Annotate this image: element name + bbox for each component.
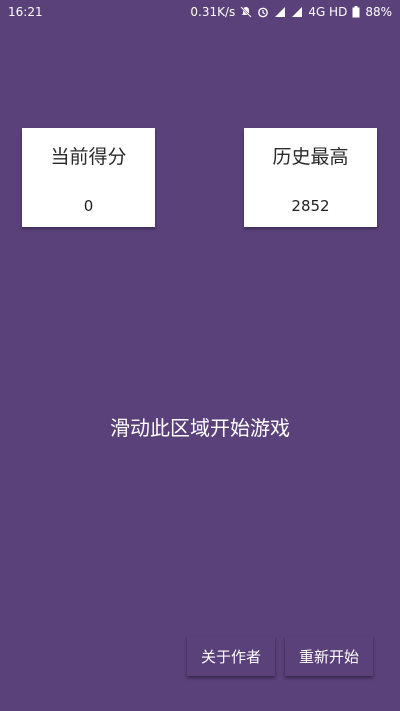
current-score-label: 当前得分 [50,146,127,168]
current-score-value: 0 [83,197,94,215]
best-score-label: 历史最高 [272,146,349,168]
status-time: 16:21 [8,5,43,19]
current-score-card: 当前得分 0 [22,128,155,227]
swipe-hint: 滑动此区域开始游戏 [110,416,290,440]
network-type: 4G HD [308,5,348,19]
about-author-button[interactable]: 关于作者 [187,636,275,676]
status-indicators: 0.31K/s 4G HD 88% [190,5,392,19]
best-score-value: 2852 [291,197,330,215]
signal-icon [274,6,286,18]
mute-icon [240,6,253,18]
best-score-card: 历史最高 2852 [244,128,377,227]
game-swipe-area[interactable]: 滑动此区域开始游戏 [0,250,400,610]
alarm-icon [257,6,269,18]
net-speed: 0.31K/s [190,5,236,19]
restart-button[interactable]: 重新开始 [285,636,373,676]
status-bar: 16:21 0.31K/s 4G HD 88% [0,0,400,24]
signal-icon [291,6,303,18]
battery-icon [352,6,360,18]
battery-level: 88% [365,5,392,19]
